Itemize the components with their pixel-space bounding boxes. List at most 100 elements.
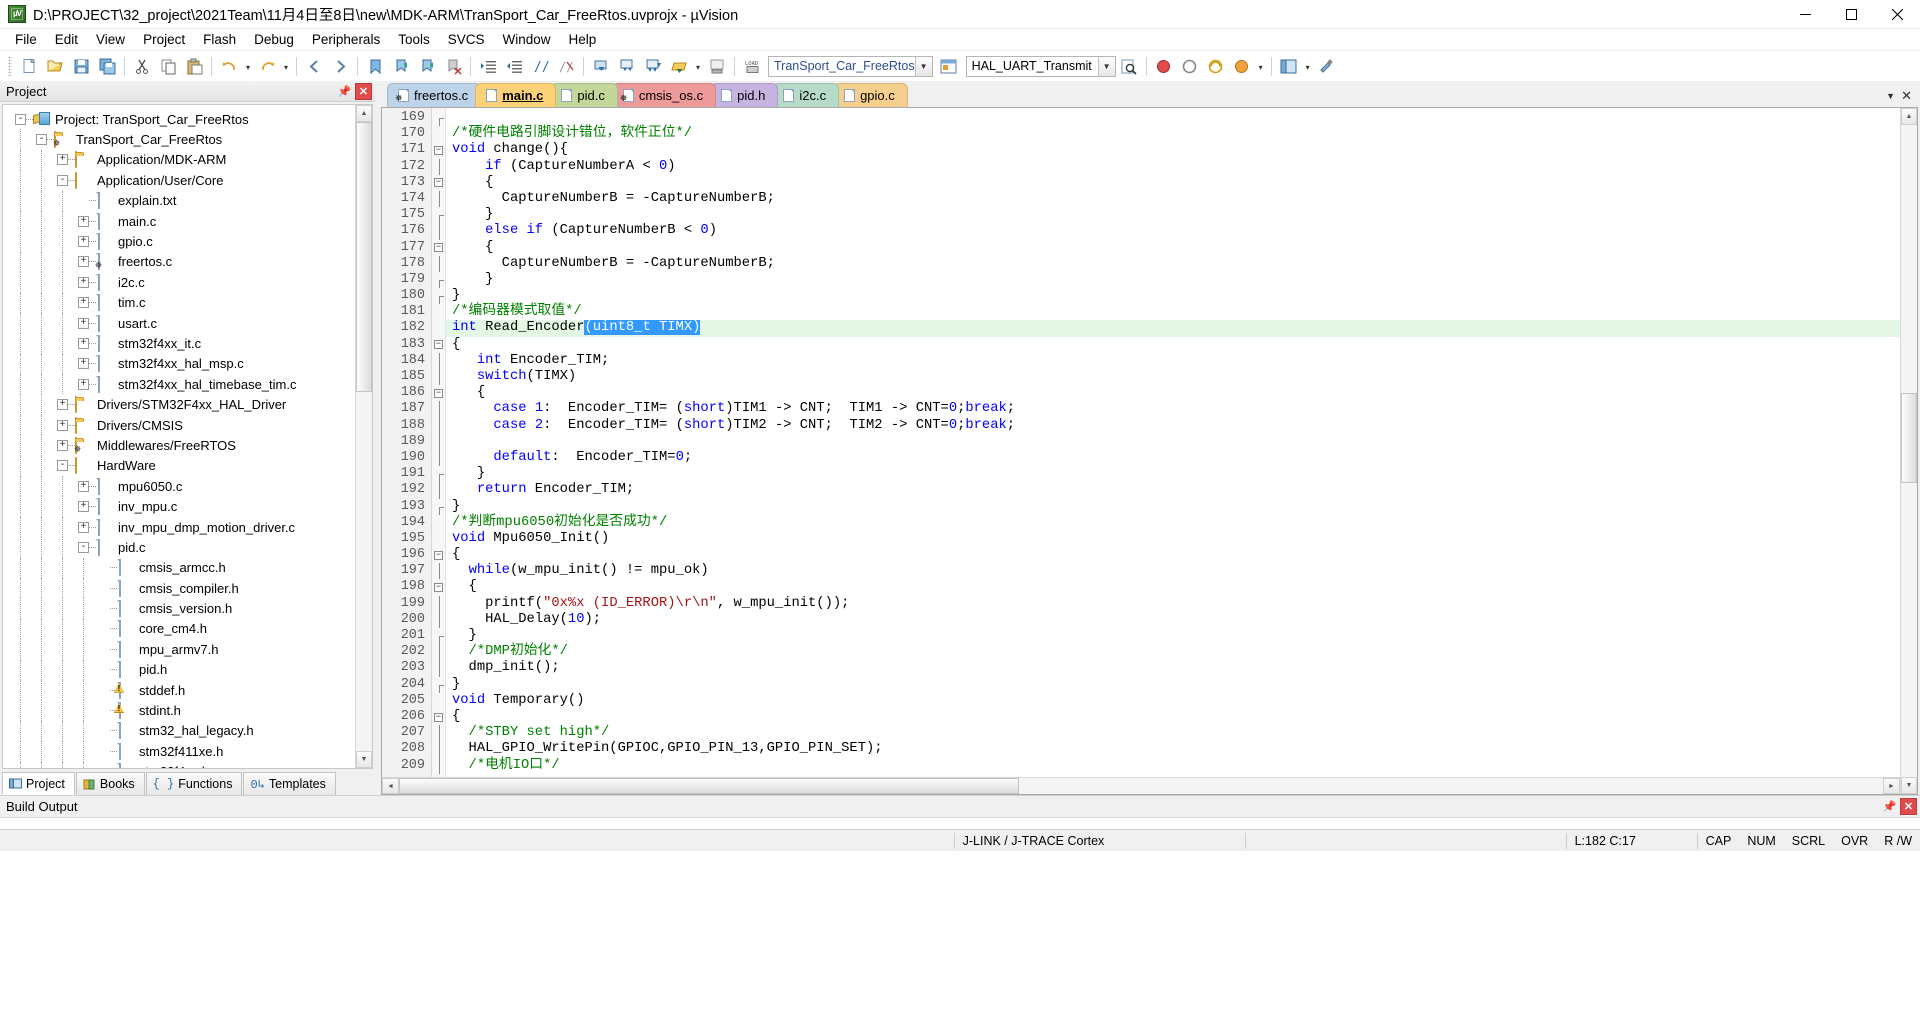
tab-templates[interactable]: 0↳ Templates [243,772,336,795]
toolbar-grip[interactable] [8,56,12,76]
tree-item[interactable]: + Drivers/CMSIS [7,414,355,436]
scroll-left-icon[interactable]: ◄ [382,778,399,794]
tree-item[interactable]: + stm32f4xx_hal_timebase_tim.c [7,374,355,395]
target-options-icon[interactable] [936,54,962,79]
tab-functions[interactable]: { } Functions [145,772,243,795]
tree-expander[interactable]: + [78,480,89,492]
code-editor[interactable]: 169 170 171 172 173 174 175 176 177 178 179 180 181 1… [381,107,1918,795]
rebuild-icon[interactable] [614,54,640,79]
save-all-icon[interactable] [94,54,120,79]
menu-view[interactable]: View [87,30,134,49]
open-file-icon[interactable] [42,54,68,79]
tree-item[interactable]: ! stddef.h [7,679,355,701]
scroll-right-icon[interactable]: ► [1883,778,1900,794]
tree-expander[interactable]: + [78,256,89,268]
code-line[interactable]: while(w_mpu_init() != mpu_ok) [446,563,1900,579]
tree-expander[interactable]: + [78,236,89,248]
editor-tab-freertos-c[interactable]: ✵ freertos.c [387,83,482,107]
tree-item[interactable]: mpu_armv7.h [7,639,355,660]
copy-icon[interactable] [155,54,181,79]
close-icon[interactable]: ✕ [1900,798,1917,815]
menu-help[interactable]: Help [560,30,606,49]
tree-expander[interactable]: + [78,297,89,309]
window-layout-icon[interactable] [1276,54,1302,79]
function-combo[interactable]: HAL_UART_Transmit ▼ [965,55,1116,77]
vscroll-thumb[interactable] [1901,393,1917,483]
tree-item[interactable]: stm32f4xx.h [7,761,355,768]
bookmark-clear-icon[interactable] [440,54,466,79]
redo-dropdown-icon[interactable]: ▾ [280,54,292,79]
tree-expander[interactable]: + [78,276,89,288]
code-line[interactable]: } [446,677,1900,693]
tree-item[interactable]: + i2c.c [7,272,355,293]
fold-marker[interactable]: − [432,709,445,725]
code-line[interactable] [446,434,1900,450]
tree-expander[interactable]: + [57,154,68,166]
tree-item[interactable]: cmsis_armcc.h [7,557,355,578]
chevron-down-icon[interactable]: ▼ [1886,91,1895,101]
code-line[interactable]: int Encoder_TIM; [446,353,1900,369]
code-line[interactable]: { [446,547,1900,563]
fold-marker[interactable]: − [432,579,445,595]
code-line[interactable]: printf("0x%x (ID_ERROR)\r\n", w_mpu_init… [446,596,1900,612]
tree-item[interactable]: + Drivers/STM32F4xx_HAL_Driver [7,394,355,415]
editor-tab-gpio-c[interactable]: gpio.c [833,83,908,107]
fold-marker[interactable]: − [432,175,445,191]
menu-peripherals[interactable]: Peripherals [303,30,389,49]
fold-marker[interactable]: − [432,337,445,353]
tree-expander[interactable]: + [57,399,68,411]
tree-expander[interactable]: + [57,419,68,431]
fold-marker[interactable]: − [432,240,445,256]
editor-tab-i2c-c[interactable]: i2c.c [772,83,840,107]
code-line[interactable]: switch(TIMX) [446,369,1900,385]
code-line[interactable]: { [446,579,1900,595]
chevron-down-icon[interactable]: ▼ [914,56,932,76]
tree-item[interactable]: + main.c [7,210,355,232]
minimize-button[interactable] [1782,0,1828,29]
tree-item[interactable]: + Application/MDK-ARM [7,149,355,171]
code-line[interactable]: /*DMP初始化*/ [446,644,1900,660]
scroll-thumb[interactable] [356,122,372,392]
hscroll-track[interactable] [399,778,1883,794]
batch-build-icon[interactable] [666,54,692,79]
fold-marker[interactable]: − [432,385,445,401]
code-line[interactable]: default: Encoder_TIM=0; [446,450,1900,466]
code-line[interactable]: CaptureNumberB = -CaptureNumberB; [446,256,1900,272]
tree-item[interactable]: + ✵ freertos.c [7,251,355,273]
editor-tab-cmsis_os-c[interactable]: ✵ cmsis_os.c [611,83,717,107]
tree-item[interactable]: + mpu6050.c [7,476,355,497]
project-tree-scrollbar[interactable]: ▲ ▼ [355,105,372,768]
tree-expander[interactable]: + [78,521,89,533]
menu-file[interactable]: File [6,30,46,49]
tree-item[interactable]: + inv_mpu_dmp_motion_driver.c [7,516,355,538]
scroll-down-icon[interactable]: ▼ [356,751,372,768]
tree-expander[interactable]: - [57,174,68,186]
navigate-back-icon[interactable] [301,54,327,79]
bookmark-toggle-icon[interactable] [362,54,388,79]
scroll-down-icon[interactable]: ▼ [1901,777,1917,794]
code-line[interactable]: void change(){ [446,142,1900,158]
code-line[interactable]: /*电机IO口*/ [446,758,1900,774]
scroll-up-icon[interactable]: ▲ [356,105,372,122]
editor-tab-pid-h[interactable]: pid.h [710,83,779,107]
build-all-icon[interactable] [640,54,666,79]
target-combo[interactable]: TranSport_Car_FreeRtos ▼ [768,55,933,77]
tree-expander[interactable]: - [36,134,47,146]
pin-icon[interactable]: 📌 [1881,798,1898,815]
tree-item[interactable]: pid.h [7,659,355,680]
undo-icon[interactable] [216,54,242,79]
tree-item[interactable]: cmsis_version.h [7,598,355,619]
tree-item[interactable]: core_cm4.h [7,618,355,640]
code-line[interactable]: } [446,207,1900,223]
code-line[interactable]: HAL_Delay(10); [446,612,1900,628]
outdent-icon[interactable] [501,54,527,79]
bookmark-prev-icon[interactable] [388,54,414,79]
code-line[interactable]: else if (CaptureNumberB < 0) [446,223,1900,239]
tree-expander[interactable]: + [78,501,89,513]
editor-tab-pid-c[interactable]: pid.c [550,83,618,107]
tree-item[interactable]: + gpio.c [7,231,355,252]
code-vertical-scrollbar[interactable]: ▲ ▼ [1900,108,1917,794]
fold-marker[interactable]: − [432,547,445,563]
tree-expander[interactable]: + [78,337,89,349]
comment-icon[interactable]: // [527,54,553,79]
